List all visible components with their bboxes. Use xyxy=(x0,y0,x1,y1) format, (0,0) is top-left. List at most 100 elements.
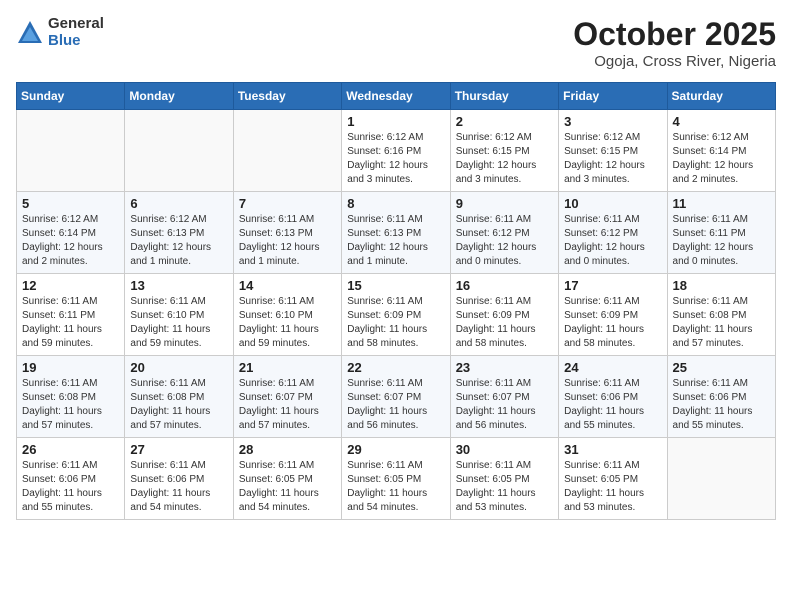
calendar-cell: 3 Sunrise: 6:12 AM Sunset: 6:15 PM Daylig… xyxy=(559,110,667,192)
weekday-header-saturday: Saturday xyxy=(667,83,775,110)
day-number: 22 xyxy=(347,360,444,375)
title-block: October 2025 Ogoja, Cross River, Nigeria xyxy=(573,16,776,70)
calendar-cell: 12 Sunrise: 6:11 AM Sunset: 6:11 PM Dayli… xyxy=(17,274,125,356)
calendar-cell xyxy=(125,110,233,192)
day-info: Sunrise: 6:11 AM Sunset: 6:11 PM Dayligh… xyxy=(22,295,119,351)
day-info: Sunrise: 6:11 AM Sunset: 6:09 PM Dayligh… xyxy=(456,295,553,351)
calendar-cell: 4 Sunrise: 6:12 AM Sunset: 6:14 PM Daylig… xyxy=(667,110,775,192)
day-number: 16 xyxy=(456,278,553,293)
day-info: Sunrise: 6:11 AM Sunset: 6:05 PM Dayligh… xyxy=(347,459,444,515)
day-info: Sunrise: 6:11 AM Sunset: 6:07 PM Dayligh… xyxy=(239,377,336,433)
day-number: 3 xyxy=(564,114,661,129)
day-number: 19 xyxy=(22,360,119,375)
day-number: 21 xyxy=(239,360,336,375)
logo-general: General xyxy=(48,16,104,33)
calendar-cell: 11Sunrise: 6:11 AM Sunset: 6:11 PM Dayli… xyxy=(667,192,775,274)
day-number: 24 xyxy=(564,360,661,375)
day-number: 15 xyxy=(347,278,444,293)
calendar-cell: 10 Sunrise: 6:11 AM Sunset: 6:12 PM Dayli… xyxy=(559,192,667,274)
day-info: Sunrise: 6:11 AM Sunset: 6:06 PM Dayligh… xyxy=(22,459,119,515)
day-number: 17 xyxy=(564,278,661,293)
day-number: 12 xyxy=(22,278,119,293)
day-number: 1 xyxy=(347,114,444,129)
day-number: 2 xyxy=(456,114,553,129)
calendar-cell: 8 Sunrise: 6:11 AM Sunset: 6:13 PM Daylig… xyxy=(342,192,450,274)
calendar-cell: 30Sunrise: 6:11 AM Sunset: 6:05 PM Dayli… xyxy=(450,438,558,520)
day-info: Sunrise: 6:11 AM Sunset: 6:10 PM Dayligh… xyxy=(239,295,336,351)
calendar-cell: 24 Sunrise: 6:11 AM Sunset: 6:06 PM Dayli… xyxy=(559,356,667,438)
logo-text: General Blue xyxy=(48,16,104,49)
day-number: 13 xyxy=(130,278,227,293)
day-info: Sunrise: 6:11 AM Sunset: 6:06 PM Dayligh… xyxy=(564,377,661,433)
weekday-header-wednesday: Wednesday xyxy=(342,83,450,110)
day-info: Sunrise: 6:11 AM Sunset: 6:05 PM Dayligh… xyxy=(564,459,661,515)
day-info: Sunrise: 6:12 AM Sunset: 6:14 PM Dayligh… xyxy=(22,213,119,269)
page-header: General Blue October 2025 Ogoja, Cross R… xyxy=(16,16,776,70)
calendar-cell: 25Sunrise: 6:11 AM Sunset: 6:06 PM Dayli… xyxy=(667,356,775,438)
calendar-cell: 13 Sunrise: 6:11 AM Sunset: 6:10 PM Dayli… xyxy=(125,274,233,356)
calendar-cell: 26Sunrise: 6:11 AM Sunset: 6:06 PM Dayli… xyxy=(17,438,125,520)
calendar-cell: 18 Sunrise: 6:11 AM Sunset: 6:08 PM Dayli… xyxy=(667,274,775,356)
day-info: Sunrise: 6:11 AM Sunset: 6:11 PM Dayligh… xyxy=(673,213,770,269)
day-info: Sunrise: 6:11 AM Sunset: 6:08 PM Dayligh… xyxy=(22,377,119,433)
day-info: Sunrise: 6:11 AM Sunset: 6:10 PM Dayligh… xyxy=(130,295,227,351)
day-number: 18 xyxy=(673,278,770,293)
weekday-header-monday: Monday xyxy=(125,83,233,110)
calendar-cell: 7 Sunrise: 6:11 AM Sunset: 6:13 PM Daylig… xyxy=(233,192,341,274)
day-info: Sunrise: 6:11 AM Sunset: 6:05 PM Dayligh… xyxy=(239,459,336,515)
calendar-cell: 23 Sunrise: 6:11 AM Sunset: 6:07 PM Dayli… xyxy=(450,356,558,438)
day-number: 9 xyxy=(456,196,553,211)
day-number: 7 xyxy=(239,196,336,211)
day-info: Sunrise: 6:12 AM Sunset: 6:14 PM Dayligh… xyxy=(673,131,770,187)
calendar-cell: 22Sunrise: 6:11 AM Sunset: 6:07 PM Dayli… xyxy=(342,356,450,438)
weekday-header-sunday: Sunday xyxy=(17,83,125,110)
day-number: 10 xyxy=(564,196,661,211)
day-info: Sunrise: 6:11 AM Sunset: 6:13 PM Dayligh… xyxy=(239,213,336,269)
calendar-cell: 1 Sunrise: 6:12 AM Sunset: 6:16 PM Daylig… xyxy=(342,110,450,192)
calendar-cell: 27 Sunrise: 6:11 AM Sunset: 6:06 PM Dayli… xyxy=(125,438,233,520)
calendar-cell: 14 Sunrise: 6:11 AM Sunset: 6:10 PM Dayli… xyxy=(233,274,341,356)
calendar-cell: 28Sunrise: 6:11 AM Sunset: 6:05 PM Dayli… xyxy=(233,438,341,520)
day-info: Sunrise: 6:11 AM Sunset: 6:05 PM Dayligh… xyxy=(456,459,553,515)
day-number: 29 xyxy=(347,442,444,457)
calendar-cell: 17 Sunrise: 6:11 AM Sunset: 6:09 PM Dayli… xyxy=(559,274,667,356)
calendar-cell: 19 Sunrise: 6:11 AM Sunset: 6:08 PM Dayli… xyxy=(17,356,125,438)
calendar-week-row: 1 Sunrise: 6:12 AM Sunset: 6:16 PM Daylig… xyxy=(17,110,776,192)
calendar-cell: 6Sunrise: 6:12 AM Sunset: 6:13 PM Daylig… xyxy=(125,192,233,274)
weekday-header-row: SundayMondayTuesdayWednesdayThursdayFrid… xyxy=(17,83,776,110)
day-number: 14 xyxy=(239,278,336,293)
day-info: Sunrise: 6:12 AM Sunset: 6:16 PM Dayligh… xyxy=(347,131,444,187)
calendar-cell xyxy=(667,438,775,520)
logo-icon xyxy=(16,19,44,47)
day-info: Sunrise: 6:11 AM Sunset: 6:12 PM Dayligh… xyxy=(564,213,661,269)
day-info: Sunrise: 6:11 AM Sunset: 6:08 PM Dayligh… xyxy=(673,295,770,351)
calendar-cell: 16 Sunrise: 6:11 AM Sunset: 6:09 PM Dayli… xyxy=(450,274,558,356)
calendar-week-row: 26Sunrise: 6:11 AM Sunset: 6:06 PM Dayli… xyxy=(17,438,776,520)
day-number: 31 xyxy=(564,442,661,457)
calendar-title: October 2025 xyxy=(573,16,776,53)
logo: General Blue xyxy=(16,16,104,49)
day-info: Sunrise: 6:12 AM Sunset: 6:15 PM Dayligh… xyxy=(564,131,661,187)
day-info: Sunrise: 6:11 AM Sunset: 6:09 PM Dayligh… xyxy=(564,295,661,351)
day-info: Sunrise: 6:11 AM Sunset: 6:06 PM Dayligh… xyxy=(673,377,770,433)
day-number: 6 xyxy=(130,196,227,211)
weekday-header-thursday: Thursday xyxy=(450,83,558,110)
weekday-header-tuesday: Tuesday xyxy=(233,83,341,110)
calendar-location: Ogoja, Cross River, Nigeria xyxy=(573,53,776,70)
day-info: Sunrise: 6:11 AM Sunset: 6:08 PM Dayligh… xyxy=(130,377,227,433)
day-info: Sunrise: 6:11 AM Sunset: 6:06 PM Dayligh… xyxy=(130,459,227,515)
day-info: Sunrise: 6:11 AM Sunset: 6:13 PM Dayligh… xyxy=(347,213,444,269)
day-info: Sunrise: 6:11 AM Sunset: 6:12 PM Dayligh… xyxy=(456,213,553,269)
weekday-header-friday: Friday xyxy=(559,83,667,110)
day-info: Sunrise: 6:12 AM Sunset: 6:15 PM Dayligh… xyxy=(456,131,553,187)
day-number: 4 xyxy=(673,114,770,129)
calendar-cell xyxy=(233,110,341,192)
day-info: Sunrise: 6:11 AM Sunset: 6:07 PM Dayligh… xyxy=(456,377,553,433)
day-number: 27 xyxy=(130,442,227,457)
day-number: 8 xyxy=(347,196,444,211)
calendar-cell: 29 Sunrise: 6:11 AM Sunset: 6:05 PM Dayli… xyxy=(342,438,450,520)
day-number: 23 xyxy=(456,360,553,375)
day-number: 20 xyxy=(130,360,227,375)
calendar-week-row: 12 Sunrise: 6:11 AM Sunset: 6:11 PM Dayli… xyxy=(17,274,776,356)
calendar-table: SundayMondayTuesdayWednesdayThursdayFrid… xyxy=(16,82,776,520)
